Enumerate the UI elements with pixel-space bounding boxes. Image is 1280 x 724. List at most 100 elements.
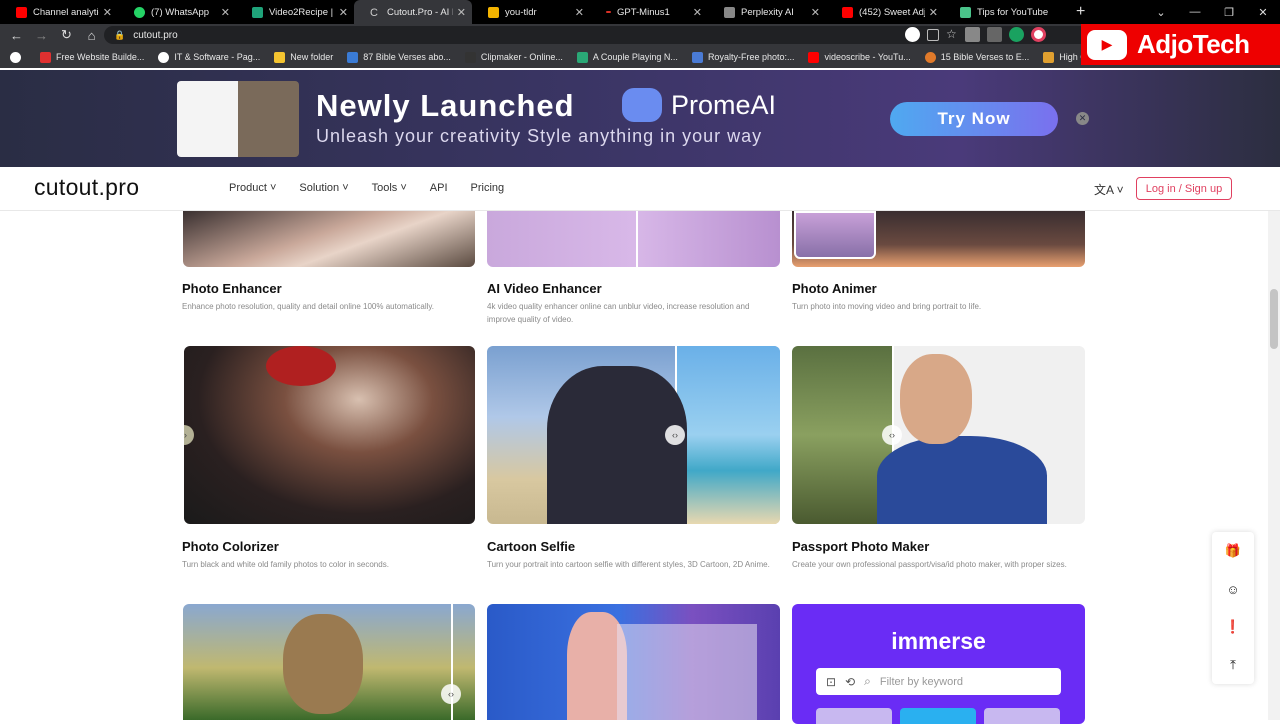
close-window-icon[interactable]: ✕ xyxy=(1246,6,1280,19)
tab-perplexity[interactable]: Perplexity AI ✕ xyxy=(708,0,826,24)
compare-slider-icon[interactable]: ‹› xyxy=(665,425,685,445)
card-title-cartoon-selfie[interactable]: Cartoon Selfie xyxy=(487,539,575,554)
card-title-photo-colorizer[interactable]: Photo Colorizer xyxy=(182,539,279,554)
card-desc: Turn your portrait into cartoon selfie w… xyxy=(487,560,770,569)
home-icon[interactable]: ⌂ xyxy=(79,28,104,43)
immerse-title: immerse xyxy=(891,628,986,654)
bookmark-item[interactable]: videoscribe - YouTu... xyxy=(808,51,911,63)
login-signup-button[interactable]: Log in / Sign up xyxy=(1136,177,1232,200)
close-banner-icon[interactable]: ✕ xyxy=(1076,112,1089,125)
card-title-photo-animer[interactable]: Photo Animer xyxy=(792,281,877,296)
tab-whatsapp[interactable]: (7) WhatsApp ✕ xyxy=(118,0,236,24)
cartoon-selfie-image[interactable]: ‹› xyxy=(487,346,780,524)
search-icon: ⌕ xyxy=(864,674,871,688)
reload-icon[interactable]: ↻ xyxy=(54,27,79,43)
compare-slider-icon[interactable]: ‹› xyxy=(882,425,902,445)
bookmark-item[interactable]: A Couple Playing N... xyxy=(576,51,678,63)
youtube-logo-icon: ▶ xyxy=(1087,29,1127,60)
menu-api[interactable]: API xyxy=(430,182,448,194)
close-icon[interactable]: ✕ xyxy=(693,6,702,19)
compare-slider-icon[interactable]: ‹› xyxy=(441,684,461,704)
tab-search-icon[interactable]: ⌄ xyxy=(1144,6,1178,19)
photo-colorizer-image[interactable]: ‹› xyxy=(184,346,475,524)
tab-label: Cutout.Pro - AI Ph xyxy=(387,6,453,18)
camera-scan-icon[interactable]: ⊡ xyxy=(826,675,836,689)
extension-icon[interactable] xyxy=(965,27,980,42)
refresh-icon[interactable]: ⟲ xyxy=(845,675,855,689)
immerse-search-box[interactable]: ⊡ ⟲ ⌕ Filter by keyword xyxy=(816,668,1061,695)
close-icon[interactable]: ✕ xyxy=(811,6,820,19)
bookmark-item[interactable]: Free Website Builde... xyxy=(40,51,144,63)
bookmark-label: Royalty-Free photo:... xyxy=(707,52,795,62)
close-icon[interactable]: ✕ xyxy=(575,6,584,19)
floating-toolbar: 🎁 ☺ ❗ ⤒ xyxy=(1212,532,1254,684)
star-icon[interactable]: ☆ xyxy=(946,27,958,42)
ai-video-enhancer-image[interactable] xyxy=(487,211,780,267)
back-to-top-icon[interactable]: ⤒ xyxy=(1212,646,1254,684)
bookmark-item[interactable]: 87 Bible Verses abo... xyxy=(347,51,451,63)
extension-icon[interactable] xyxy=(987,27,1002,42)
tab-tips-youtube[interactable]: Tips for YouTube xyxy=(944,0,1062,24)
new-tab-icon[interactable]: + xyxy=(1076,3,1085,21)
menu-pricing[interactable]: Pricing xyxy=(471,182,505,194)
close-icon[interactable]: ✕ xyxy=(221,6,230,19)
banner-subline: Unleash your creativity Style anything i… xyxy=(316,126,763,146)
back-icon[interactable]: ← xyxy=(4,28,29,43)
site-header: cutout.pro Product ˅ Solution ˅ Tools ˅ … xyxy=(0,167,1280,211)
whatsapp-icon xyxy=(134,6,145,18)
close-icon[interactable]: ✕ xyxy=(103,6,112,19)
close-icon[interactable]: ✕ xyxy=(929,6,938,19)
share-icon[interactable] xyxy=(927,28,939,41)
card-title-passport-photo-maker[interactable]: Passport Photo Maker xyxy=(792,539,929,554)
card-desc: Turn black and white old family photos t… xyxy=(182,560,389,569)
card-title-photo-enhancer[interactable]: Photo Enhancer xyxy=(182,281,282,296)
page-scrollbar[interactable] xyxy=(1268,211,1280,720)
grammarly-icon[interactable] xyxy=(1009,27,1024,42)
hat-portrait-image[interactable]: ‹› xyxy=(183,604,475,720)
bookmark-item[interactable]: New folder xyxy=(274,51,333,63)
passport-photo-image[interactable]: ‹› xyxy=(792,346,1085,524)
apps-icon[interactable] xyxy=(10,51,26,63)
tab-video2recipe[interactable]: Video2Recipe | Re ✕ xyxy=(236,0,354,24)
bookmark-item[interactable]: Clipmaker - Online... xyxy=(464,51,563,63)
immerse-card[interactable]: immerse ⊡ ⟲ ⌕ Filter by keyword xyxy=(792,604,1085,724)
ai-presenter-image[interactable] xyxy=(487,604,780,720)
bookmark-label: 87 Bible Verses abo... xyxy=(363,52,451,62)
language-selector[interactable]: 文A ˅ xyxy=(1094,181,1124,198)
tab-cutout-pro[interactable]: C Cutout.Pro - AI Ph ✕ xyxy=(354,0,472,24)
try-now-button[interactable]: Try Now xyxy=(890,102,1058,136)
bookmark-item[interactable]: Royalty-Free photo:... xyxy=(691,51,795,63)
gift-icon[interactable]: 🎁 xyxy=(1212,532,1254,570)
tab-sweet-adje[interactable]: (452) Sweet Adje ✕ xyxy=(826,0,944,24)
photo-enhancer-image[interactable] xyxy=(183,211,475,267)
tab-you-tldr[interactable]: you-tldr ✕ xyxy=(472,0,590,24)
url-text: cutout.pro xyxy=(133,29,178,41)
menu-tools[interactable]: Tools ˅ xyxy=(372,182,407,194)
photo-animer-image[interactable] xyxy=(792,211,1085,267)
forward-icon[interactable]: → xyxy=(29,28,54,43)
bookmark-label: 15 Bible Verses to E... xyxy=(940,52,1030,62)
tab-label: (452) Sweet Adje xyxy=(859,6,925,18)
card-title-ai-video-enhancer[interactable]: AI Video Enhancer xyxy=(487,281,602,296)
support-icon[interactable]: ☺ xyxy=(1212,570,1254,608)
tab-gpt-minus1[interactable]: GPT-Minus1 ✕ xyxy=(590,0,708,24)
menu-product[interactable]: Product ˅ xyxy=(229,182,276,194)
tab-label: (7) WhatsApp xyxy=(151,6,210,18)
google-icon[interactable] xyxy=(905,27,920,42)
menu-solution[interactable]: Solution ˅ xyxy=(299,182,348,194)
tab-channel-analytics[interactable]: Channel analytics ✕ xyxy=(0,0,118,24)
bookmark-item[interactable]: IT & Software - Pag... xyxy=(158,51,260,63)
site-logo[interactable]: cutout.pro xyxy=(34,174,139,201)
card-desc: Turn photo into moving video and bring p… xyxy=(792,302,982,311)
minimize-icon[interactable]: — xyxy=(1178,6,1212,18)
close-icon[interactable]: ✕ xyxy=(457,6,466,19)
compare-slider-icon[interactable]: ‹› xyxy=(184,425,194,445)
scrollbar-thumb[interactable] xyxy=(1270,289,1278,349)
bookmark-item[interactable]: 15 Bible Verses to E... xyxy=(924,51,1030,63)
close-icon[interactable]: ✕ xyxy=(339,6,348,19)
extension-icon[interactable] xyxy=(1031,27,1046,42)
restore-icon[interactable]: ❐ xyxy=(1212,6,1246,19)
feedback-icon[interactable]: ❗ xyxy=(1212,608,1254,646)
main-menu: Product ˅ Solution ˅ Tools ˅ API Pricing xyxy=(229,182,527,194)
promo-banner[interactable]: Newly Launched PromeAI Unleash your crea… xyxy=(0,70,1280,167)
